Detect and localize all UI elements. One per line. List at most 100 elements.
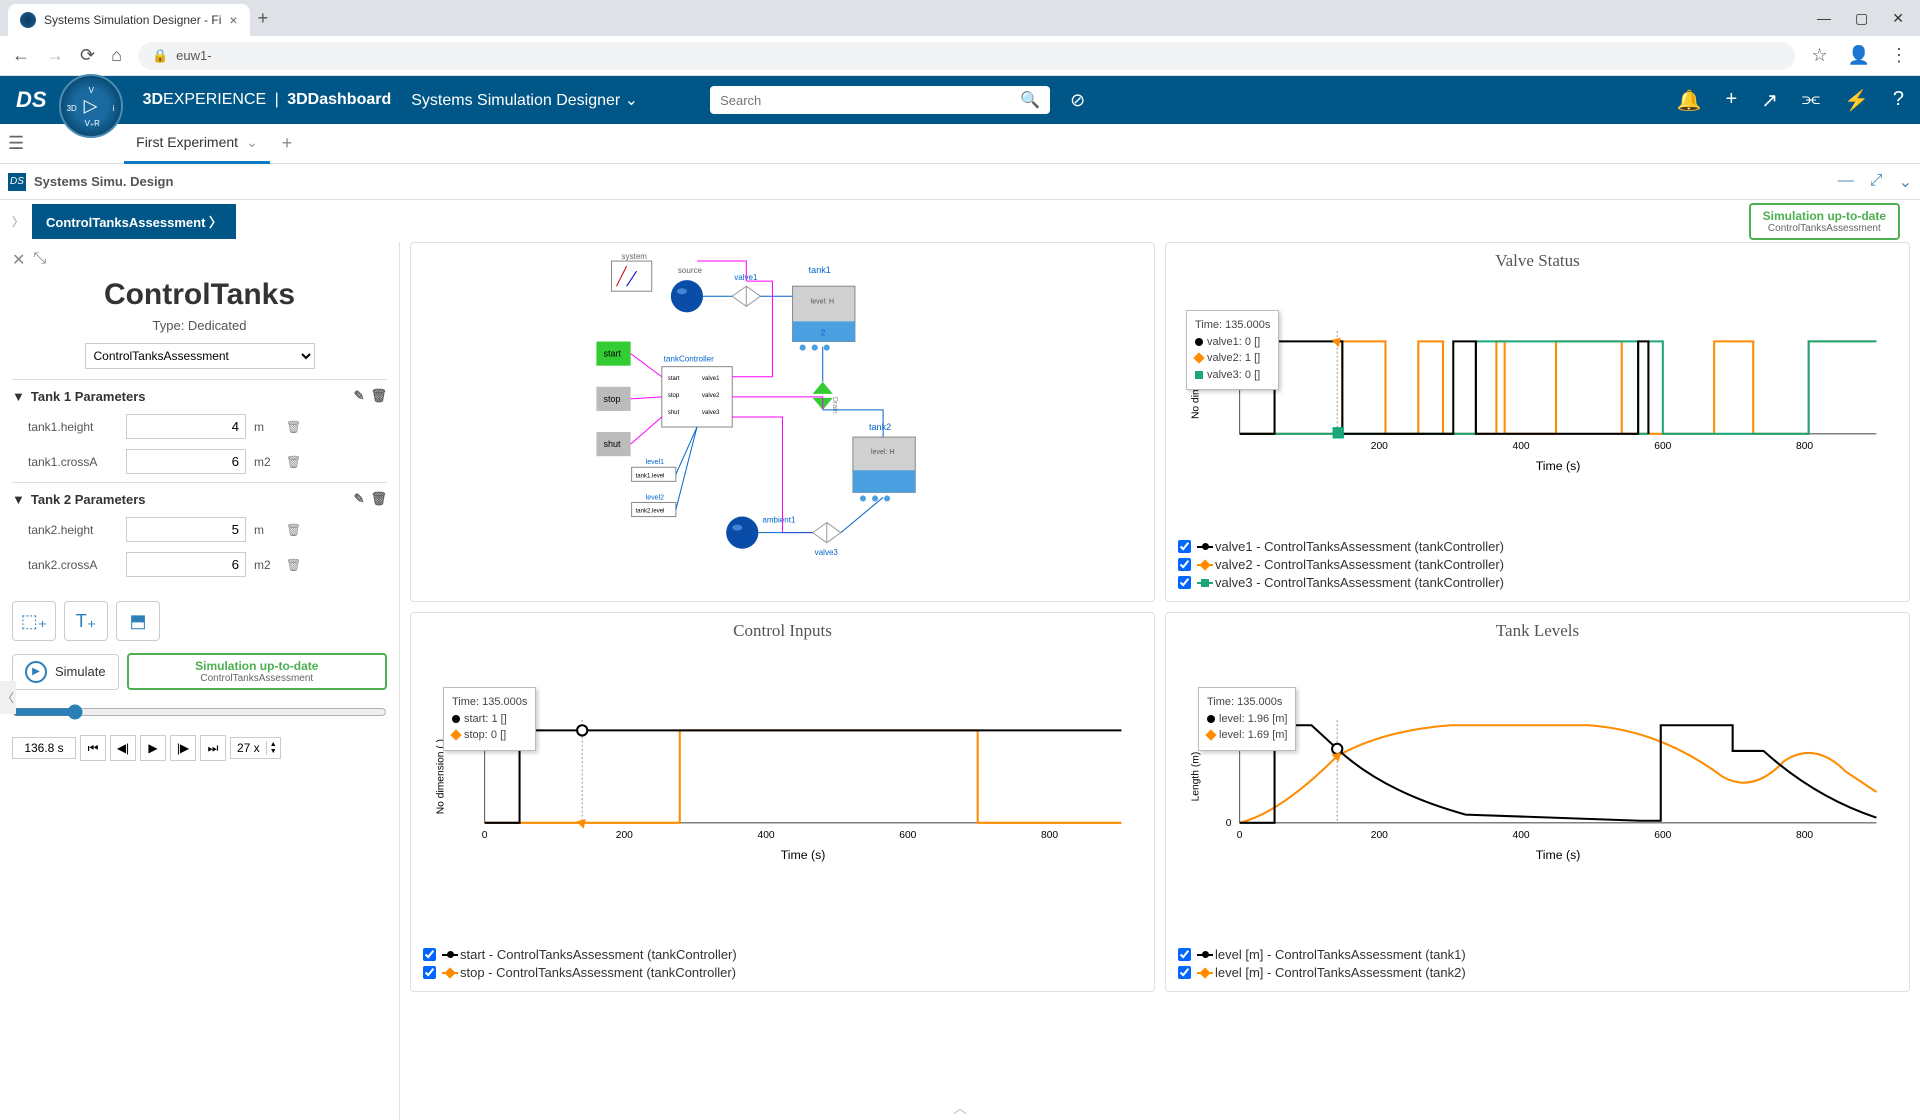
delete-icon[interactable]: 🗑 <box>370 388 387 404</box>
platform-header: DS V 3D i V₊R ▷ 3DEXPERIENCE | 3DDashboa… <box>0 76 1920 124</box>
collapse-handle-icon[interactable]: ︿ <box>953 1098 967 1118</box>
experiment-tab[interactable]: First Experiment ⌄ <box>124 124 270 164</box>
chevron-down-icon[interactable]: ⌄ <box>246 134 258 151</box>
help-icon[interactable]: ? <box>1893 88 1904 113</box>
tool-btn-3[interactable]: ⬒ <box>116 601 160 641</box>
tooltip-v3: valve3: 0 [] <box>1207 367 1260 384</box>
legend-item[interactable]: stop - ControlTanksAssessment (tankContr… <box>423 965 1142 980</box>
legend-item[interactable]: valve2 - ControlTanksAssessment (tankCon… <box>1178 557 1897 572</box>
tool-buttons: ⬚₊ T₊ ⬒ <box>12 601 387 641</box>
close-icon[interactable]: ✕ <box>12 250 25 270</box>
param-row: tank2.crossA m2 🗑 <box>28 552 387 577</box>
svg-text:stop: stop <box>668 393 680 399</box>
svg-text:level2: level2 <box>646 494 664 501</box>
skip-end-icon[interactable]: ⏭ <box>200 735 226 761</box>
url-input[interactable]: 🔒 euw1- <box>138 42 1795 70</box>
speed-up-icon[interactable]: ▲ <box>266 741 280 748</box>
delete-icon[interactable]: 🗑 <box>286 558 301 572</box>
svg-text:200: 200 <box>1371 830 1388 841</box>
svg-text:0: 0 <box>1226 818 1232 829</box>
svg-text:valve1: valve1 <box>702 376 720 382</box>
section-header[interactable]: ▼ Tank 1 Parameters ✎🗑 <box>12 388 387 404</box>
minimize-icon[interactable]: — <box>1817 10 1831 27</box>
breadcrumb-item[interactable]: ControlTanksAssessment 〉 <box>32 204 236 239</box>
play-icon[interactable]: ▶ <box>140 735 166 761</box>
collapse-panel-icon[interactable]: ⤢ <box>1870 172 1883 192</box>
shortcut-icon[interactable]: ⚡ <box>1844 88 1869 113</box>
delete-icon[interactable]: 🗑 <box>286 420 301 434</box>
param-input[interactable] <box>126 414 246 439</box>
main-area: 〈 ✕ ⤡ ControlTanks Type: Dedicated Contr… <box>0 242 1920 1120</box>
chart-tooltip: Time: 135.000s valve1: 0 [] valve2: 1 []… <box>1186 310 1279 390</box>
param-input[interactable] <box>126 449 246 474</box>
close-window-icon[interactable]: ✕ <box>1892 10 1904 27</box>
legend-item[interactable]: start - ControlTanksAssessment (tankCont… <box>423 947 1142 962</box>
speed-value: 27 x <box>231 738 266 758</box>
delete-icon[interactable]: 🗑 <box>286 455 301 469</box>
chevron-down-icon[interactable]: ⌄ <box>1899 172 1912 192</box>
param-input[interactable] <box>126 517 246 542</box>
delete-icon[interactable]: 🗑 <box>286 523 301 537</box>
bell-icon[interactable]: 🔔 <box>1677 88 1702 113</box>
menu-toggle-icon[interactable]: ☰ <box>8 133 24 154</box>
collapse-icon[interactable]: ⤡ <box>33 250 46 270</box>
back-icon[interactable]: ← <box>12 45 30 66</box>
new-tab-button[interactable]: + <box>258 8 269 29</box>
step-back-icon[interactable]: ◀| <box>110 735 136 761</box>
add-tab-button[interactable]: + <box>282 133 293 154</box>
legend-label: valve2 - ControlTanksAssessment (tankCon… <box>1215 557 1504 572</box>
edit-icon[interactable]: ✎ <box>354 388 365 404</box>
svg-text:Time (s): Time (s) <box>1536 459 1581 473</box>
module-title: Systems Simu. Design <box>34 174 173 189</box>
step-forward-icon[interactable]: |▶ <box>170 735 196 761</box>
time-slider[interactable] <box>12 704 387 720</box>
compass-widget[interactable]: V 3D i V₊R ▷ <box>59 74 123 138</box>
home-icon[interactable]: ⌂ <box>111 45 122 66</box>
collapse-sidebar-icon[interactable]: 〈 <box>0 681 16 714</box>
simulate-button[interactable]: ▶ Simulate <box>12 654 119 690</box>
model-diagram[interactable]: system source valve1 tank1 level: H 2 st <box>423 251 1142 593</box>
network-icon[interactable]: ⫘ <box>1802 88 1820 113</box>
browser-tab[interactable]: Systems Simulation Designer - Fi × <box>8 4 250 36</box>
edit-icon[interactable]: ✎ <box>354 491 365 507</box>
time-input[interactable] <box>12 737 76 759</box>
profile-icon[interactable]: 👤 <box>1848 45 1870 66</box>
legend-item[interactable]: valve1 - ControlTanksAssessment (tankCon… <box>1178 539 1897 554</box>
svg-text:start: start <box>603 349 621 359</box>
minimize-panel-icon[interactable]: — <box>1838 172 1854 192</box>
delete-icon[interactable]: 🗑 <box>370 491 387 507</box>
legend-item[interactable]: level [m] - ControlTanksAssessment (tank… <box>1178 947 1897 962</box>
status-subtitle: ControlTanksAssessment <box>139 673 375 684</box>
param-input[interactable] <box>126 552 246 577</box>
share-icon[interactable]: ↗ <box>1761 88 1778 113</box>
reload-icon[interactable]: ⟳ <box>80 45 95 66</box>
svg-text:Length (m): Length (m) <box>1191 752 1202 802</box>
search-input[interactable]: 🔍 <box>710 86 1050 114</box>
tag-icon[interactable]: ⊘ <box>1070 90 1085 111</box>
app-name[interactable]: Systems Simulation Designer ⌄ <box>411 90 638 110</box>
speed-down-icon[interactable]: ▼ <box>266 748 280 755</box>
tab-title: Systems Simulation Designer - Fi <box>44 13 221 27</box>
section-tank2: ▼ Tank 2 Parameters ✎🗑 tank2.height m 🗑 … <box>12 482 387 585</box>
svg-text:valve3: valve3 <box>702 410 720 416</box>
assessment-select[interactable]: ControlTanksAssessment <box>85 343 315 369</box>
section-header[interactable]: ▼ Tank 2 Parameters ✎🗑 <box>12 491 387 507</box>
tool-btn-2[interactable]: T₊ <box>64 601 108 641</box>
forward-icon[interactable]: → <box>46 45 64 66</box>
simulation-status-badge: Simulation up-to-date ControlTanksAssess… <box>127 653 387 690</box>
menu-icon[interactable]: ⋮ <box>1890 45 1908 66</box>
legend-label: valve1 - ControlTanksAssessment (tankCon… <box>1215 539 1504 554</box>
param-unit: m <box>254 523 278 537</box>
chevron-right-icon[interactable]: 〉 <box>8 209 28 234</box>
close-icon[interactable]: × <box>229 12 237 28</box>
svg-text:800: 800 <box>1796 830 1813 841</box>
skip-start-icon[interactable]: ⏮ <box>80 735 106 761</box>
legend-item[interactable]: valve3 - ControlTanksAssessment (tankCon… <box>1178 575 1897 590</box>
tool-btn-1[interactable]: ⬚₊ <box>12 601 56 641</box>
valve-status-chart[interactable]: 1 200 400 600 800 Time (s) No dimension <box>1178 275 1897 531</box>
speed-control[interactable]: 27 x ▲▼ <box>230 737 281 759</box>
maximize-icon[interactable]: ▢ <box>1855 10 1868 27</box>
plus-icon[interactable]: + <box>1726 88 1738 113</box>
legend-item[interactable]: level [m] - ControlTanksAssessment (tank… <box>1178 965 1897 980</box>
star-icon[interactable]: ☆ <box>1811 45 1827 66</box>
